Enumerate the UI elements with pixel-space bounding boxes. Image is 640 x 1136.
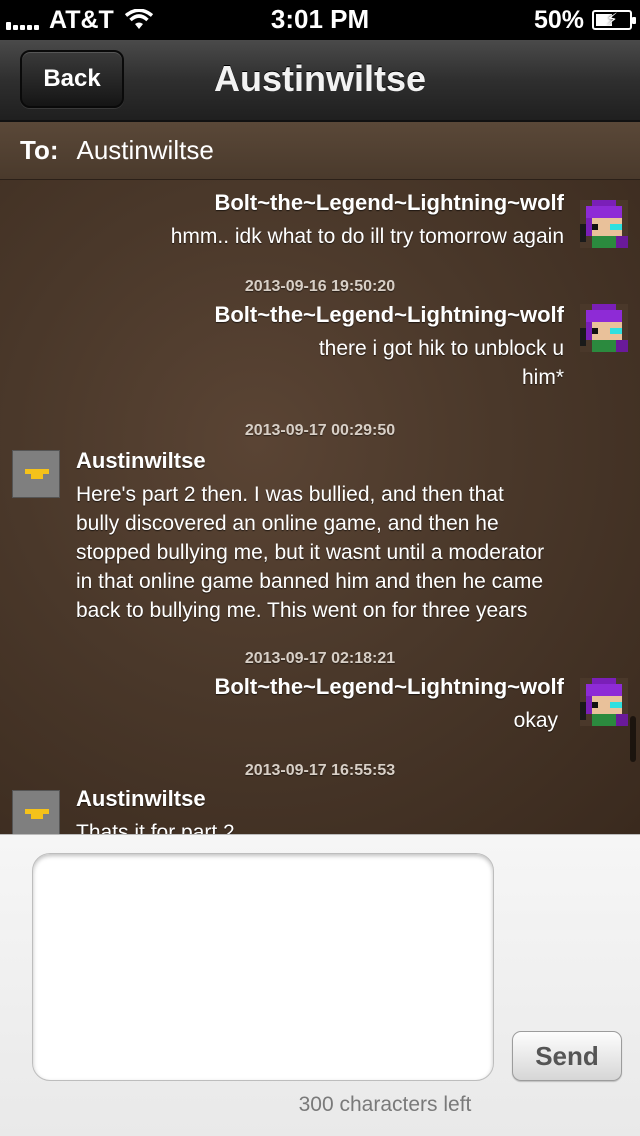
message-line: him* (521, 366, 564, 389)
message-line: stopped bullying me, but it wasnt until … (76, 541, 545, 564)
sender-name: Bolt~the~Legend~Lightning~wolf (214, 302, 564, 327)
message-timestamp: 2013-09-17 00:29:50 (244, 422, 396, 439)
message-list[interactable]: Bolt~the~Legend~Lightning~wolf hmm.. idk… (0, 180, 640, 834)
status-right: 50% ⚡ (533, 4, 636, 36)
page-title: Austinwiltse (213, 58, 427, 99)
wolf-avatar-icon[interactable] (580, 304, 628, 352)
message-line: in that online game banned him and then … (76, 570, 543, 593)
to-label: To: (20, 135, 59, 165)
scrollbar[interactable] (630, 716, 636, 762)
compose-area: Send 300 characters left (0, 834, 640, 1136)
user-avatar-icon[interactable] (12, 790, 60, 834)
message-text: Here's part 2 then. I was bullied, and t… (76, 480, 636, 625)
user-avatar-icon[interactable] (12, 450, 60, 498)
battery-icon: ⚡ (592, 10, 636, 30)
wolf-avatar-icon[interactable] (580, 200, 628, 248)
sender-name: Bolt~the~Legend~Lightning~wolf (214, 674, 564, 699)
message-input[interactable] (32, 853, 494, 1081)
battery-percent: 50% (533, 5, 584, 34)
message-timestamp: 2013-09-16 19:50:20 (244, 278, 396, 295)
message-timestamp: 2013-09-17 02:18:21 (244, 650, 396, 667)
send-button[interactable]: Send (512, 1031, 622, 1081)
sender-name: Austinwiltse (76, 448, 206, 473)
message-text: okay (513, 709, 558, 732)
message-text: hmm.. idk what to do ill try tomorrow ag… (170, 225, 564, 248)
recipient-name: Austinwiltse (76, 135, 214, 165)
message-line: bully discovered an online game, and the… (76, 512, 499, 535)
message-line: Here's part 2 then. I was bullied, and t… (76, 483, 504, 506)
message-text: there i got hik to unblock u him* (44, 334, 564, 392)
message-line: back to bullying me. This went on for th… (76, 599, 528, 622)
navigation-bar: Back Austinwiltse (0, 40, 640, 122)
status-bar: AT&T 3:01 PM 50% ⚡ (0, 0, 640, 40)
recipient-bar: To: Austinwiltse (0, 122, 640, 180)
message-line: there i got hik to unblock u (318, 337, 564, 360)
character-count: 300 characters left (298, 1093, 472, 1116)
back-button[interactable]: Back (20, 50, 124, 108)
wolf-avatar-icon[interactable] (580, 678, 628, 726)
sender-name: Bolt~the~Legend~Lightning~wolf (214, 190, 564, 215)
message-timestamp: 2013-09-17 16:55:53 (244, 762, 396, 779)
message-text: Thats it for part 2 (76, 821, 235, 834)
sender-name: Austinwiltse (76, 786, 206, 811)
